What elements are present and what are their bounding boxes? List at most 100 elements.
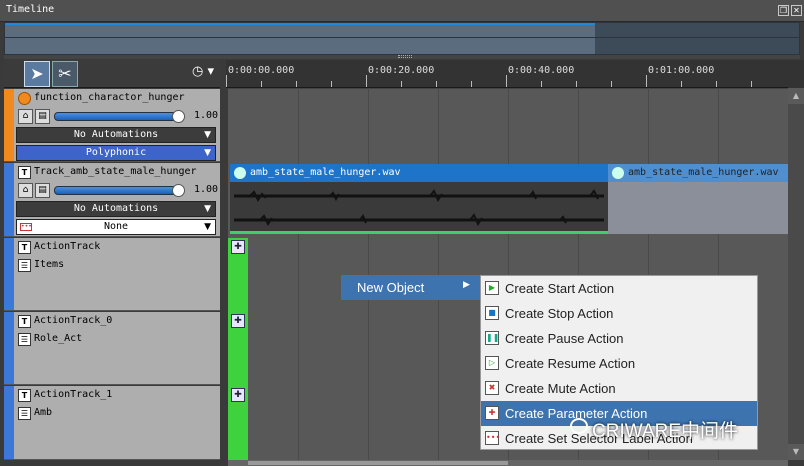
ruler-tick — [716, 81, 717, 87]
track-title-row: T ActionTrack_0 — [16, 313, 216, 331]
volume-slider[interactable] — [54, 110, 185, 123]
timeline-overview[interactable] — [4, 22, 801, 55]
vertical-scrollbar[interactable]: ▲ ▼ — [788, 88, 804, 460]
selector-icon: ••• — [20, 223, 32, 231]
arrow-icon[interactable]: ➤ — [24, 61, 50, 87]
mode-dropdown[interactable]: ••• None ▼ — [16, 219, 216, 235]
ruler-tick — [751, 81, 752, 87]
action-icon[interactable]: ✚ — [231, 240, 245, 254]
action-bar[interactable] — [228, 238, 248, 460]
track-name: ActionTrack_0 — [34, 315, 113, 326]
track-name: function_charactor_hunger — [34, 92, 185, 103]
overview-divider — [5, 37, 801, 38]
audio-clip[interactable]: amb_state_male_hunger.wav — [608, 164, 788, 234]
clip-label: amb_state_male_hunger.wav — [628, 167, 779, 178]
horizontal-scrollbar[interactable] — [228, 460, 788, 466]
volume-row: ⌂ ▤ 1.00 — [16, 108, 219, 126]
envelope-icon[interactable]: ⌂ — [18, 183, 33, 198]
volume-value: 1.00 — [194, 110, 219, 121]
waveform — [234, 189, 604, 227]
ruler-tick — [366, 75, 367, 87]
menu-item-label: Create Resume Action — [505, 356, 636, 371]
clip-label: amb_state_male_hunger.wav — [250, 167, 401, 178]
panel-splitter[interactable] — [4, 55, 800, 59]
ruler-tick — [436, 81, 437, 87]
start-action-icon: ▶ — [485, 281, 499, 295]
volume-slider[interactable] — [54, 184, 185, 197]
ruler-tick — [576, 81, 577, 87]
envelope-icon[interactable]: ⌂ — [18, 109, 33, 124]
ruler-label: 0:00:40.000 — [508, 65, 575, 76]
track-title-row: T ActionTrack — [16, 239, 216, 257]
pause-action-icon: ❚❚ — [485, 331, 499, 345]
track-header-amb[interactable]: T Track_amb_state_male_hunger ⌂ ▤ 1.00 N… — [4, 163, 220, 237]
track-color-stripe — [4, 163, 14, 236]
chevron-down-icon: ▼ — [204, 222, 211, 232]
menu-item-create-mute-action[interactable]: ✖ Create Mute Action — [481, 376, 757, 401]
overview-visible-range[interactable] — [5, 23, 595, 54]
panel-title: Timeline — [6, 4, 55, 15]
cue-icon — [18, 92, 31, 105]
chevron-right-icon: ▶ — [463, 280, 470, 290]
automation-dropdown[interactable]: No Automations ▼ — [16, 127, 216, 143]
mode-dropdown[interactable]: Polyphonic ▼ — [16, 145, 216, 161]
menu-item-create-pause-action[interactable]: ❚❚ Create Pause Action — [481, 326, 757, 351]
audio-clip[interactable]: amb_state_male_hunger.wav — [230, 164, 608, 234]
splitter-grip-icon[interactable] — [398, 55, 412, 58]
parameter-action-icon: ✚ — [485, 406, 499, 420]
clock-icon[interactable]: ◷ ▾ — [192, 64, 214, 79]
ruler-tick — [261, 81, 262, 87]
ruler-tick — [681, 81, 682, 87]
track-header-action[interactable]: T ActionTrack ☰ Items — [4, 238, 220, 311]
menu-item-create-resume-action[interactable]: ▷ Create Resume Action — [481, 351, 757, 376]
automation-value: No Automations — [73, 129, 159, 140]
scroll-up-icon[interactable]: ▲ — [788, 88, 804, 104]
track-sub-name: Items — [34, 259, 65, 270]
mute-icon[interactable]: ▤ — [35, 183, 50, 198]
scissors-icon[interactable]: ✂ — [52, 61, 78, 87]
chevron-down-icon: ▼ — [204, 130, 211, 140]
mode-value: Polyphonic — [85, 147, 147, 158]
track-header-action-0[interactable]: T ActionTrack_0 ☰ Role_Act — [4, 312, 220, 385]
ruler-tick — [226, 75, 227, 87]
track-type-icon: T — [18, 389, 31, 402]
scroll-thumb[interactable] — [248, 461, 508, 465]
panel-title-bar: Timeline ❐ ✕ — [0, 0, 804, 22]
track-title-row: function_charactor_hunger — [16, 90, 216, 108]
clip-header[interactable]: amb_state_male_hunger.wav — [608, 164, 788, 182]
volume-knob[interactable] — [172, 184, 185, 197]
track-name: ActionTrack_1 — [34, 389, 113, 400]
track-name: ActionTrack — [34, 241, 101, 252]
list-icon: ☰ — [18, 333, 31, 346]
list-icon: ☰ — [18, 259, 31, 272]
menu-item-create-stop-action[interactable]: ■ Create Stop Action — [481, 301, 757, 326]
track-sub-row: ☰ Role_Act — [16, 331, 216, 349]
close-icon[interactable]: ✕ — [791, 5, 802, 16]
track-header-function[interactable]: function_charactor_hunger ⌂ ▤ 1.00 No Au… — [4, 89, 220, 162]
track-header-action-1[interactable]: T ActionTrack_1 ☰ Amb — [4, 386, 220, 460]
action-icon[interactable]: ✚ — [231, 314, 245, 328]
time-ruler[interactable]: 0:00:00.000 0:00:20.000 0:00:40.000 0:01… — [226, 60, 788, 88]
chevron-down-icon: ▼ — [204, 204, 211, 214]
action-icon[interactable]: ✚ — [231, 388, 245, 402]
volume-value: 1.00 — [194, 184, 219, 195]
clip-header[interactable]: amb_state_male_hunger.wav — [230, 164, 608, 182]
menu-item-new-object[interactable]: New Object ▶ — [341, 275, 481, 300]
mute-icon[interactable]: ▤ — [35, 109, 50, 124]
menu-item-create-start-action[interactable]: ▶ Create Start Action — [481, 276, 757, 301]
volume-row: ⌂ ▤ 1.00 — [16, 182, 219, 200]
scroll-down-icon[interactable]: ▼ — [788, 444, 804, 460]
restore-icon[interactable]: ❐ — [778, 5, 789, 16]
automation-dropdown[interactable]: No Automations ▼ — [16, 201, 216, 217]
mode-value: None — [103, 221, 129, 232]
grid-line — [438, 88, 439, 460]
ruler-label: 0:01:00.000 — [648, 65, 715, 76]
ruler-tick — [331, 81, 332, 87]
mute-action-icon: ✖ — [485, 381, 499, 395]
track-color-stripe — [4, 386, 14, 459]
ruler-tick — [646, 75, 647, 87]
volume-knob[interactable] — [172, 110, 185, 123]
ruler-tick — [506, 75, 507, 87]
menu-item-label: Create Mute Action — [505, 381, 616, 396]
ruler-tick — [401, 81, 402, 87]
